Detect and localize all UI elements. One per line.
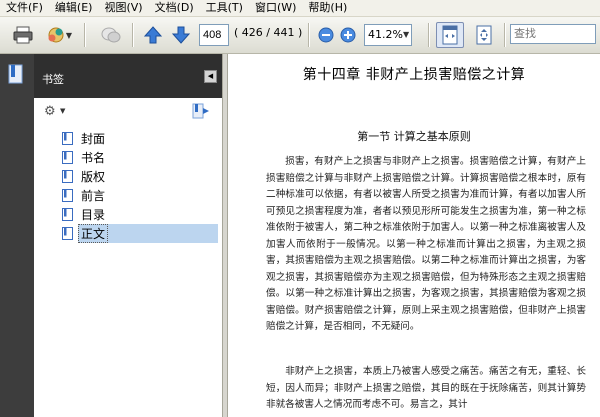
zoom-in-button[interactable] xyxy=(338,22,358,48)
body-paragraph: 损害，有财产上之损害与非财产上之损害。损害赔偿之计算，有财产上损害赔偿之计算与非… xyxy=(266,156,586,332)
page-icon xyxy=(62,227,73,240)
bookmark-label: 书名 xyxy=(81,151,106,165)
bookmark-label: 正文 xyxy=(78,224,109,243)
panel-title: 书签 xyxy=(42,73,64,86)
bookmark-label: 封面 xyxy=(81,132,106,146)
menu-document[interactable]: 文档(D) xyxy=(149,0,200,15)
body-paragraph: 非财产上之损害，本质上乃被害人感受之痛苦。痛苦之有无，重轻、长短，因人而异；非财… xyxy=(266,366,586,410)
page-icon xyxy=(62,151,73,164)
menu-bar: 文件(F) 编辑(E) 视图(V) 文档(D) 工具(T) 窗口(W) 帮助(H) xyxy=(0,0,600,17)
chevron-down-icon: ▼ xyxy=(65,30,73,40)
share-icon xyxy=(48,27,64,43)
fit-page-button[interactable] xyxy=(470,22,498,48)
next-page-button[interactable] xyxy=(168,22,194,48)
toolbar-separator xyxy=(84,23,86,47)
zoom-select[interactable]: 41.2% ▼ xyxy=(364,24,412,46)
toolbar-separator xyxy=(504,23,506,47)
toolbar: ▼ ( 426 / 441 ) 41.2% ▼ xyxy=(0,17,600,54)
search-input[interactable] xyxy=(510,24,596,44)
bookmark-item[interactable]: 前言 xyxy=(62,186,218,205)
menu-help[interactable]: 帮助(H) xyxy=(302,0,353,15)
page-icon xyxy=(62,132,73,145)
page-number-input[interactable] xyxy=(199,24,229,46)
navigation-panel: 书签 ◀ ⚙ ▼ 封面 书名 版权 前言 目录 正文 xyxy=(0,54,222,417)
section-heading: 第一节 计算之基本原则 xyxy=(357,130,471,143)
bookmark-item[interactable]: 封面 xyxy=(62,129,218,148)
arrow-up-icon xyxy=(143,26,163,44)
bookmark-list: 封面 书名 版权 前言 目录 正文 xyxy=(34,124,222,417)
navigation-strip xyxy=(0,54,34,417)
review-button[interactable] xyxy=(98,22,124,48)
bookmark-label: 版权 xyxy=(81,170,106,184)
previous-page-button[interactable] xyxy=(140,22,166,48)
page-icon xyxy=(62,170,73,183)
page-count: ( 426 / 441 ) xyxy=(234,26,303,39)
bookmark-item[interactable]: 版权 xyxy=(62,167,218,186)
zoom-value: 41.2% xyxy=(368,28,403,41)
bookmark-panel-icon[interactable] xyxy=(7,64,25,84)
collapse-panel-button[interactable]: ◀ xyxy=(204,70,217,83)
zoom-out-icon xyxy=(318,27,334,43)
bookmark-toolbar: ⚙ ▼ xyxy=(34,98,222,125)
toolbar-separator xyxy=(308,23,310,47)
menu-file[interactable]: 文件(F) xyxy=(0,0,49,15)
chapter-heading: 第十四章 非财产上损害赔偿之计算 xyxy=(302,67,526,83)
toolbar-separator xyxy=(132,23,134,47)
zoom-out-button[interactable] xyxy=(316,22,336,48)
panel-header: 书签 ◀ xyxy=(34,54,222,98)
bookmark-item[interactable]: 目录 xyxy=(62,205,218,224)
bookmark-item-selected[interactable]: 正文 xyxy=(62,224,218,243)
arrow-down-icon xyxy=(171,26,191,44)
page-icon xyxy=(62,189,73,202)
menu-view[interactable]: 视图(V) xyxy=(98,0,148,15)
chevron-down-icon[interactable]: ▼ xyxy=(60,107,65,115)
menu-tools[interactable]: 工具(T) xyxy=(200,0,249,15)
printer-icon xyxy=(13,26,33,44)
bookmark-label: 前言 xyxy=(81,189,106,203)
fit-width-icon xyxy=(442,25,458,45)
print-button[interactable] xyxy=(10,22,36,48)
bookmark-item[interactable]: 书名 xyxy=(62,148,218,167)
comment-bubble-icon xyxy=(101,27,121,43)
page-icon xyxy=(62,208,73,221)
fit-width-button[interactable] xyxy=(436,22,464,48)
menu-edit[interactable]: 编辑(E) xyxy=(49,0,99,15)
gear-icon[interactable]: ⚙ xyxy=(44,104,56,119)
toolbar-separator xyxy=(428,23,430,47)
expand-bookmark-icon[interactable] xyxy=(192,103,210,119)
document-view[interactable]: 第十四章 非财产上损害赔偿之计算 第一节 计算之基本原则 损害，有财产上之损害与… xyxy=(228,54,600,417)
zoom-in-icon xyxy=(340,27,356,43)
chevron-down-icon: ▼ xyxy=(402,30,410,39)
bookmark-label: 目录 xyxy=(81,208,106,222)
menu-window[interactable]: 窗口(W) xyxy=(249,0,302,15)
share-button[interactable]: ▼ xyxy=(42,22,76,48)
fit-page-icon xyxy=(476,25,492,45)
